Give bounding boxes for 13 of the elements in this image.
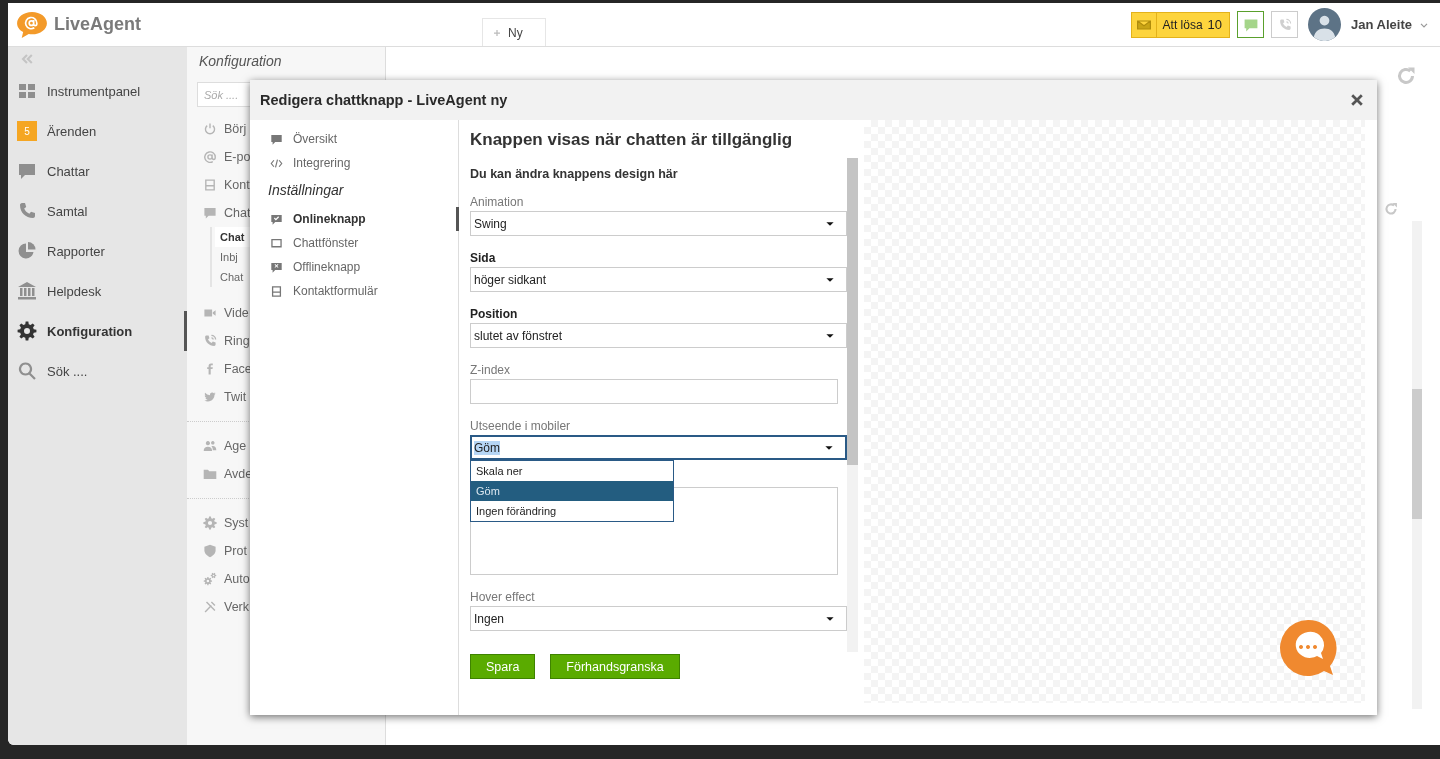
logo-text: LiveAgent (54, 14, 141, 35)
field-label: Utseende i mobiler (470, 418, 572, 434)
section-heading: Inställningar (267, 181, 345, 200)
field-label: Sida (470, 250, 497, 266)
count-badge: 5 (17, 121, 37, 141)
field-label: Animation (470, 194, 525, 210)
panel-title: Konfiguration (198, 52, 283, 71)
field-label: Hover effect (470, 589, 536, 605)
form-heading: Knappen visas när chatten är tillgänglig (470, 129, 794, 151)
form-subheading: Du kan ändra knappens design här (470, 166, 679, 182)
field-label: Position (470, 306, 519, 322)
dialog-title: Redigera chattknapp - LiveAgent ny (260, 92, 508, 108)
field-label: Z-index (470, 362, 511, 378)
